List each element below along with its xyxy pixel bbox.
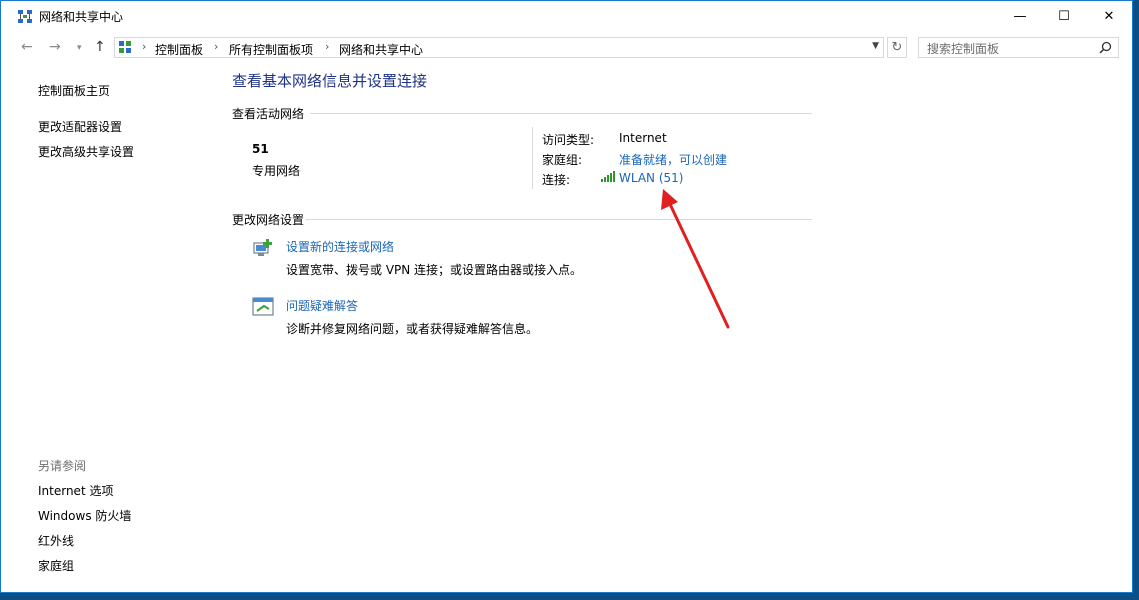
red-annotation-arrow [661, 189, 730, 329]
control-panel-window: 网络和共享中心 — ☐ ✕ ← → ▾ ↑ › 控制面板 › 所有控制面板项 ›… [0, 0, 1133, 593]
